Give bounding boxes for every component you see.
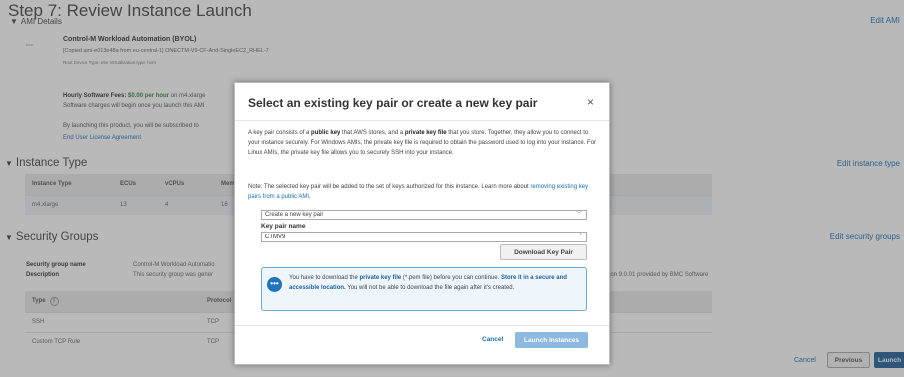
info-bold: private key file (359, 275, 402, 281)
note-text: . (309, 194, 311, 201)
info-text: You have to download the (289, 275, 360, 281)
key-pair-dialog: Select an existing key pair or create a … (234, 82, 610, 365)
download-info-box: ••• You have to download the private key… (261, 267, 587, 311)
launch-instances-button[interactable]: Launch Instances (515, 332, 588, 348)
key-pair-description: A key pair consists of a public key that… (248, 128, 600, 159)
info-text: (*.pem file) before you can continue. (401, 275, 501, 281)
desc-text: that AWS stores, and a (340, 130, 405, 136)
key-pair-name-input[interactable] (261, 232, 587, 242)
chevron-down-icon: ﹀ (575, 212, 582, 218)
dialog-cancel-link[interactable]: Cancel (482, 336, 503, 343)
desc-private-key: private key file (404, 130, 447, 136)
chat-info-icon: ••• (267, 277, 282, 292)
clear-input-icon[interactable]: × (579, 232, 583, 238)
desc-text: A key pair consists of a (248, 130, 312, 136)
select-value: Create a new key pair (265, 212, 324, 218)
key-pair-note: Note: The selected key pair will be adde… (248, 182, 600, 202)
divider (235, 325, 609, 326)
divider (235, 120, 609, 121)
note-text: Note: The selected key pair will be adde… (248, 184, 531, 190)
info-message: You have to download the private key fil… (289, 273, 579, 293)
close-icon[interactable]: × (587, 95, 594, 109)
download-key-pair-button[interactable]: Download Key Pair (500, 244, 587, 260)
key-pair-name-label: Key pair name (261, 223, 306, 230)
info-text: You will not be able to download the fil… (345, 285, 515, 291)
key-pair-option-select[interactable]: Create a new key pair ﹀ (261, 210, 587, 220)
desc-public-key: public key (311, 130, 341, 136)
dialog-title: Select an existing key pair or create a … (248, 96, 538, 110)
